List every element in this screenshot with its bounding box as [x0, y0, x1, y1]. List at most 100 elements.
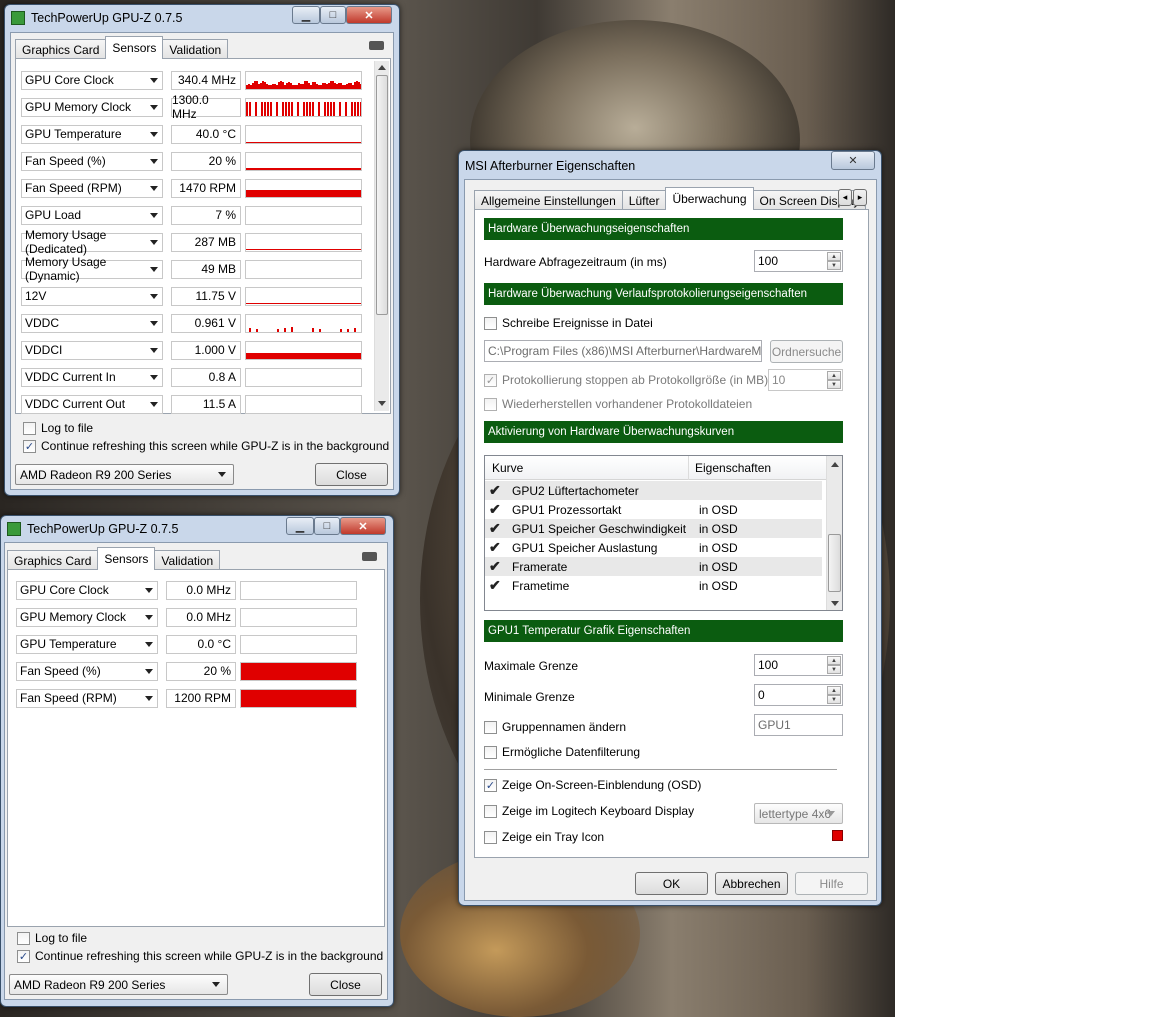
browse-folder-button[interactable]: Ordnersuche	[770, 340, 843, 363]
spin-up-icon[interactable]: ▲	[827, 686, 841, 695]
tab-validation[interactable]: Validation	[162, 39, 229, 59]
logitech-display-box[interactable]	[484, 804, 497, 818]
scroll-down-icon[interactable]	[831, 601, 839, 606]
curve-row[interactable]: ✔ Framerate in OSD	[485, 557, 822, 576]
tab-luefter[interactable]: Lüfter	[621, 190, 667, 210]
sensor-name-select[interactable]: VDDCI	[21, 340, 163, 360]
log-path-field[interactable]: C:\Program Files (x86)\MSI Afterburner\H…	[484, 340, 762, 362]
stop-logging-box[interactable]: ✓	[484, 373, 497, 387]
spin-down-icon[interactable]: ▼	[827, 695, 841, 704]
log-to-file-box[interactable]	[17, 931, 30, 945]
spin-up-icon[interactable]: ▲	[827, 371, 841, 380]
min-limit-input[interactable]: 0 ▲ ▼	[754, 684, 843, 706]
sensor-name-select[interactable]: VDDC Current Out	[21, 394, 163, 414]
curve-row[interactable]: ✔ GPU1 Speicher Geschwindigkeit in OSD	[485, 519, 822, 538]
sensor-name-select[interactable]: GPU Temperature	[16, 634, 158, 654]
group-name-field[interactable]: GPU1	[754, 714, 843, 736]
check-mark-icon[interactable]: ✔	[489, 539, 503, 556]
stop-logging-size-input[interactable]: 10 ▲ ▼	[768, 369, 843, 391]
sensor-name-select[interactable]: GPU Memory Clock	[16, 607, 158, 627]
restore-logs-box[interactable]	[484, 397, 497, 411]
sensor-name-select[interactable]: GPU Temperature	[21, 124, 163, 144]
sensor-name-select[interactable]: GPU Core Clock	[21, 70, 163, 90]
spin-down-icon[interactable]: ▼	[827, 261, 841, 270]
check-mark-icon[interactable]: ✔	[489, 482, 503, 499]
tab-validation[interactable]: Validation	[154, 550, 221, 570]
msi-titlebar[interactable]: MSI Afterburner Eigenschaften	[459, 153, 881, 179]
log-to-file-checkbox[interactable]: Log to file	[17, 931, 87, 945]
spin-up-icon[interactable]: ▲	[827, 252, 841, 261]
check-mark-icon[interactable]: ✔	[489, 558, 503, 575]
curve-list-scrollbar[interactable]	[826, 456, 842, 610]
sensor-name-select[interactable]: Memory Usage (Dedicated)	[21, 228, 163, 256]
curve-row[interactable]: ✔ Frametime in OSD	[485, 576, 822, 595]
sensor-name-select[interactable]: GPU Load	[21, 205, 163, 225]
tray-icon-checkbox[interactable]: Zeige ein Tray Icon	[484, 830, 604, 844]
maximize-button[interactable]: □	[314, 517, 340, 535]
curve-row[interactable]: ✔ GPU1 Prozessortakt in OSD	[485, 500, 822, 519]
column-curve[interactable]: Kurve	[492, 461, 523, 475]
continue-refresh-checkbox[interactable]: ✓ Continue refreshing this screen while …	[23, 439, 389, 453]
curve-row[interactable]: ✔ GPU1 Speicher Auslastung in OSD	[485, 538, 822, 557]
continue-refresh-box[interactable]: ✓	[23, 439, 36, 453]
maximize-button[interactable]: □	[320, 6, 346, 24]
data-filter-box[interactable]	[484, 745, 497, 759]
card-select[interactable]: AMD Radeon R9 200 Series	[15, 464, 234, 485]
screenshot-camera-icon[interactable]	[369, 41, 384, 50]
tray-icon-box[interactable]	[484, 830, 497, 844]
restore-logs-checkbox[interactable]: Wiederherstellen vorhandener Protokollda…	[484, 397, 752, 411]
logitech-font-select[interactable]: lettertype 4x6	[754, 803, 843, 824]
close-window-button[interactable]: ✕	[831, 151, 875, 170]
tray-color-swatch[interactable]	[832, 830, 843, 841]
tab-sensors[interactable]: Sensors	[97, 547, 156, 570]
close-window-button[interactable]: ✕	[340, 517, 386, 535]
sensor-name-select[interactable]: 12V	[21, 286, 163, 306]
column-properties[interactable]: Eigenschaften	[695, 461, 771, 475]
sensor-name-select[interactable]: Fan Speed (RPM)	[16, 688, 158, 708]
tab-graphics-card[interactable]: Graphics Card	[7, 550, 99, 570]
scroll-thumb[interactable]	[376, 75, 388, 315]
scroll-down-icon[interactable]	[378, 401, 386, 406]
sensor-name-select[interactable]: GPU Core Clock	[16, 580, 158, 600]
sensor-name-select[interactable]: Fan Speed (%)	[16, 661, 158, 681]
continue-refresh-checkbox[interactable]: ✓ Continue refreshing this screen while …	[17, 949, 383, 963]
close-button[interactable]: Close	[315, 463, 388, 486]
curve-row[interactable]: ✔ GPU2 Lüftertachometer	[485, 481, 822, 500]
tab-allgemeine-einstellungen[interactable]: Allgemeine Einstellungen	[474, 190, 623, 210]
scroll-up-icon[interactable]	[378, 65, 386, 70]
rename-group-checkbox[interactable]: Gruppennamen ändern	[484, 720, 626, 734]
scroll-thumb[interactable]	[828, 534, 841, 592]
logitech-display-checkbox[interactable]: Zeige im Logitech Keyboard Display	[484, 804, 694, 818]
tab-scroll-left-icon[interactable]: ◂	[838, 189, 852, 206]
poll-interval-input[interactable]: 100 ▲ ▼	[754, 250, 843, 272]
spin-down-icon[interactable]: ▼	[827, 380, 841, 389]
ok-button[interactable]: OK	[635, 872, 708, 895]
show-osd-checkbox[interactable]: ✓ Zeige On-Screen-Einblendung (OSD)	[484, 778, 701, 792]
sensor-scrollbar[interactable]	[374, 61, 389, 411]
cancel-button[interactable]: Abbrechen	[715, 872, 788, 895]
sensor-name-select[interactable]: Memory Usage (Dynamic)	[21, 255, 163, 283]
spin-down-icon[interactable]: ▼	[827, 665, 841, 674]
check-mark-icon[interactable]: ✔	[489, 577, 503, 594]
tab-scroll-right-icon[interactable]: ▸	[853, 189, 867, 206]
card-select[interactable]: AMD Radeon R9 200 Series	[9, 974, 228, 995]
spin-up-icon[interactable]: ▲	[827, 656, 841, 665]
minimize-button[interactable]: ▁	[292, 6, 320, 24]
check-mark-icon[interactable]: ✔	[489, 520, 503, 537]
write-log-checkbox[interactable]: Schreibe Ereignisse in Datei	[484, 316, 653, 330]
data-filter-checkbox[interactable]: Ermögliche Datenfilterung	[484, 745, 640, 759]
screenshot-camera-icon[interactable]	[362, 552, 377, 561]
show-osd-box[interactable]: ✓	[484, 778, 497, 792]
scroll-up-icon[interactable]	[831, 462, 839, 467]
tab-sensors[interactable]: Sensors	[105, 36, 164, 59]
sensor-name-select[interactable]: Fan Speed (RPM)	[21, 178, 163, 198]
continue-refresh-box[interactable]: ✓	[17, 949, 30, 963]
sensor-name-select[interactable]: Fan Speed (%)	[21, 151, 163, 171]
log-to-file-box[interactable]	[23, 421, 36, 435]
sensor-name-select[interactable]: GPU Memory Clock	[21, 97, 163, 117]
tab-graphics-card[interactable]: Graphics Card	[15, 39, 107, 59]
sensor-name-select[interactable]: VDDC Current In	[21, 367, 163, 387]
stop-logging-checkbox[interactable]: ✓ Protokollierung stoppen ab Protokollgr…	[484, 373, 768, 387]
tab-ueberwachung[interactable]: Überwachung	[665, 187, 754, 210]
close-button[interactable]: Close	[309, 973, 382, 996]
